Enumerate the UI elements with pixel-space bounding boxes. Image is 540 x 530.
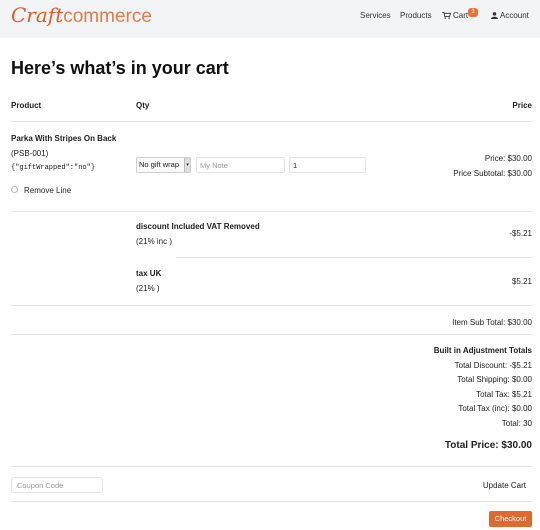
craft-commerce-logo[interactable]: Craftcommerce (11, 3, 152, 29)
line-item-divider (11, 211, 532, 212)
note-input[interactable] (196, 157, 285, 173)
nav-cart-label: Cart (453, 11, 469, 20)
adjustment-detail: (21% ) (136, 284, 160, 293)
adjustments-divider (11, 305, 532, 306)
product-sku: (PSB-001) (11, 149, 49, 158)
cart-count-badge: 1 (468, 8, 478, 17)
column-header-price: Price (512, 101, 532, 110)
total-shipping: Total Shipping: $0.00 (457, 375, 532, 384)
gift-wrap-select[interactable]: No gift wrap ▾ (136, 157, 191, 173)
gift-wrap-selected-value: No gift wrap (139, 160, 180, 169)
product-options: {"giftWrapped":"no"} (11, 164, 96, 172)
header-divider (11, 121, 532, 122)
page-title: Here’s what’s in your cart (11, 58, 229, 78)
checkout-button[interactable]: Checkout (489, 511, 532, 527)
quantity-input[interactable] (289, 157, 366, 173)
adjustment-amount: -$5.21 (509, 229, 532, 238)
top-navigation-bar: Craftcommerce Services Products Cart 1 A… (0, 0, 540, 38)
column-header-qty: Qty (136, 101, 150, 110)
footer-divider (11, 501, 532, 502)
total-value: Total: 30 (501, 419, 532, 428)
adjustment-totals-heading: Built in Adjustment Totals (433, 346, 532, 355)
total-price: Total Price: $30.00 (444, 440, 532, 451)
product-name: Parka With Stripes On Back (11, 134, 117, 143)
cart-icon (442, 12, 451, 19)
totals-divider (11, 466, 532, 467)
adjustment-detail: (21% inc ) (136, 237, 173, 246)
total-tax: Total Tax: $5.21 (476, 390, 532, 399)
nav-link-products[interactable]: Products (400, 11, 432, 20)
line-item-price: Price: $30.00 (484, 154, 532, 163)
adjustment-amount: $5.21 (511, 277, 532, 286)
nav-link-services[interactable]: Services (360, 11, 391, 20)
user-icon (491, 12, 498, 19)
update-cart-button[interactable]: Update Cart (483, 481, 526, 490)
remove-line-label[interactable]: Remove Line (24, 186, 71, 195)
item-subtotal: Item Sub Total: $30.00 (452, 318, 532, 327)
select-arrow-icon: ▾ (184, 158, 190, 172)
adjustment-name: discount Included VAT Removed (136, 222, 260, 231)
adjustment-divider (176, 257, 532, 258)
subtotal-divider (11, 334, 532, 335)
nav-account-label: Account (500, 11, 529, 20)
adjustment-name: tax UK (136, 269, 162, 278)
logo-commerce-text: commerce (63, 6, 152, 27)
total-tax-inc: Total Tax (inc): $0.00 (458, 404, 532, 413)
logo-craft-text: Craft (11, 3, 64, 27)
column-header-product: Product (11, 101, 42, 110)
nav-link-cart[interactable]: Cart (442, 11, 468, 20)
nav-link-account[interactable]: Account (491, 11, 529, 20)
line-item-subtotal: Price Subtotal: $30.00 (453, 169, 532, 178)
coupon-code-input[interactable] (11, 477, 103, 493)
total-discount: Total Discount: -$5.21 (454, 361, 532, 370)
remove-line-radio[interactable] (11, 186, 18, 193)
